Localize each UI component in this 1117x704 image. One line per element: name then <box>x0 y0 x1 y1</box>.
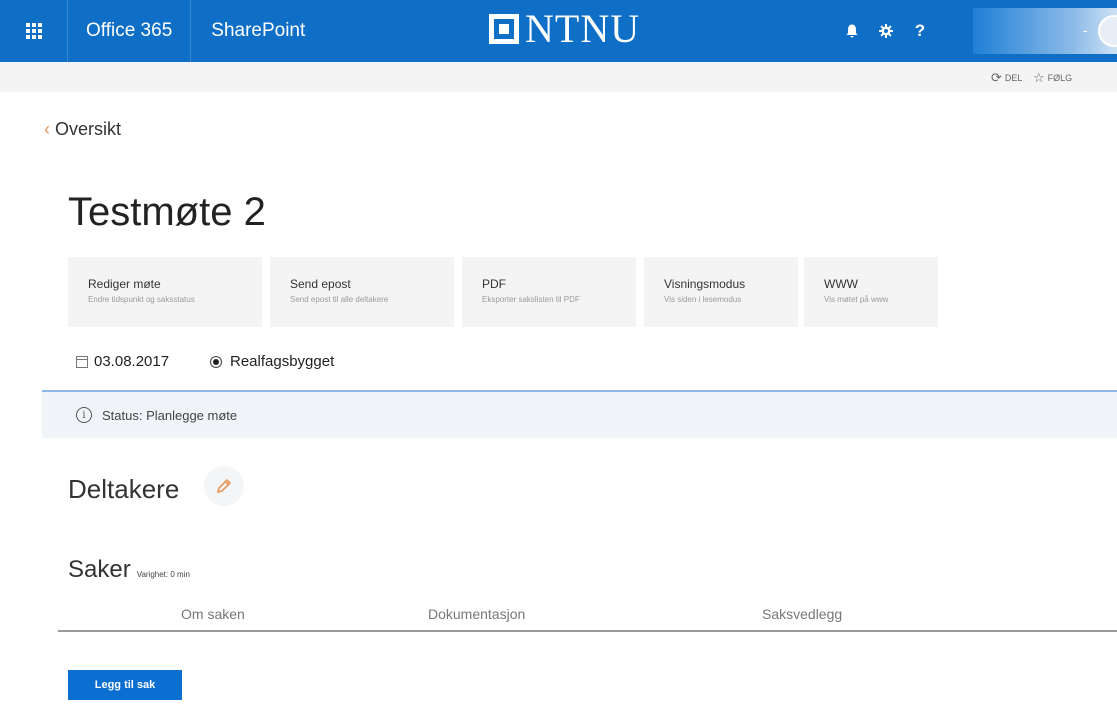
share-label: DEL <box>1004 73 1023 83</box>
user-separator: - <box>1083 22 1088 38</box>
column-header: Dokumentasjon <box>428 606 526 622</box>
cases-heading-row: Saker Varighet: 0 min <box>68 556 190 584</box>
meeting-location-value: Realfagsbygget <box>230 353 335 370</box>
app-launcher-button[interactable] <box>0 0 68 62</box>
gear-icon <box>879 24 893 38</box>
ntnu-logo-text: NTNU <box>525 6 641 51</box>
tile-subtitle: Eksporter sakslisten til PDF <box>482 295 580 304</box>
ntnu-logo: NTNU <box>489 6 640 52</box>
sharepoint-link[interactable]: SharePoint <box>191 0 325 62</box>
settings-button[interactable] <box>869 0 903 62</box>
column-header: Om saken <box>181 606 245 622</box>
column-header: Saksvedlegg <box>762 606 843 622</box>
calendar-icon <box>76 355 88 368</box>
page-title: Testmøte 2 <box>68 190 266 234</box>
tile-subtitle: Send epost til alle deltakere <box>290 295 389 304</box>
pencil-icon <box>216 478 232 494</box>
meeting-location: Realfagsbygget <box>210 353 334 370</box>
back-link-label: Oversikt <box>55 119 122 139</box>
waffle-icon <box>25 23 42 39</box>
ribbon: ⟳ DEL ☆ FØLG <box>0 62 1117 92</box>
participants-heading: Deltakere <box>68 474 180 504</box>
tile-title: Visningsmodus <box>664 277 746 291</box>
status-bar: i Status: Planlegge møte <box>42 390 1117 438</box>
share-button[interactable]: ⟳ DEL <box>991 70 1022 86</box>
cases-heading: Saker <box>68 556 131 583</box>
tile-title: Rediger møte <box>88 277 161 291</box>
edit-participants-button[interactable] <box>204 466 244 506</box>
cases-table-header: Om saken Dokumentasjon Saksvedlegg <box>58 600 1117 632</box>
tile-title: Send epost <box>290 277 351 291</box>
cases-duration: Varighet: 0 min <box>136 570 190 579</box>
meeting-date: 03.08.2017 <box>76 353 169 370</box>
bell-icon <box>846 24 858 38</box>
add-case-button[interactable]: Legg til sak <box>68 670 182 700</box>
user-account-area[interactable] <box>973 8 1117 54</box>
tile-title: PDF <box>482 277 506 291</box>
ntnu-logo-mark <box>489 14 519 44</box>
tile-subtitle: Vis siden i lesemodus <box>664 295 742 304</box>
office365-link[interactable]: Office 365 <box>68 0 192 62</box>
notifications-button[interactable] <box>835 0 869 62</box>
view-mode-tile[interactable]: Visningsmodus Vis siden i lesemodus <box>644 257 798 327</box>
share-icon: ⟳ <box>991 70 1002 85</box>
status-text: Status: Planlegge møte <box>102 407 238 423</box>
tile-subtitle: Vis møtet på www <box>824 295 889 304</box>
tile-title: WWW <box>824 277 858 291</box>
meeting-date-value: 03.08.2017 <box>94 353 170 370</box>
follow-button[interactable]: ☆ FØLG <box>1033 70 1072 86</box>
star-icon: ☆ <box>1033 70 1045 85</box>
back-link[interactable]: ‹ Oversikt <box>44 119 121 140</box>
chevron-left-icon: ‹ <box>44 119 50 139</box>
edit-meeting-tile[interactable]: Rediger møte Endre tidspunkt og saksstat… <box>68 257 262 327</box>
www-tile[interactable]: WWW Vis møtet på www <box>804 257 938 327</box>
tile-subtitle: Endre tidspunkt og saksstatus <box>88 295 195 304</box>
follow-label: FØLG <box>1047 73 1073 83</box>
pdf-tile[interactable]: PDF Eksporter sakslisten til PDF <box>462 257 636 327</box>
help-icon: ? <box>914 21 926 40</box>
info-icon: i <box>76 407 92 423</box>
help-button[interactable]: ? <box>903 0 937 62</box>
location-icon <box>210 355 222 368</box>
send-email-tile[interactable]: Send epost Send epost til alle deltakere <box>270 257 454 327</box>
